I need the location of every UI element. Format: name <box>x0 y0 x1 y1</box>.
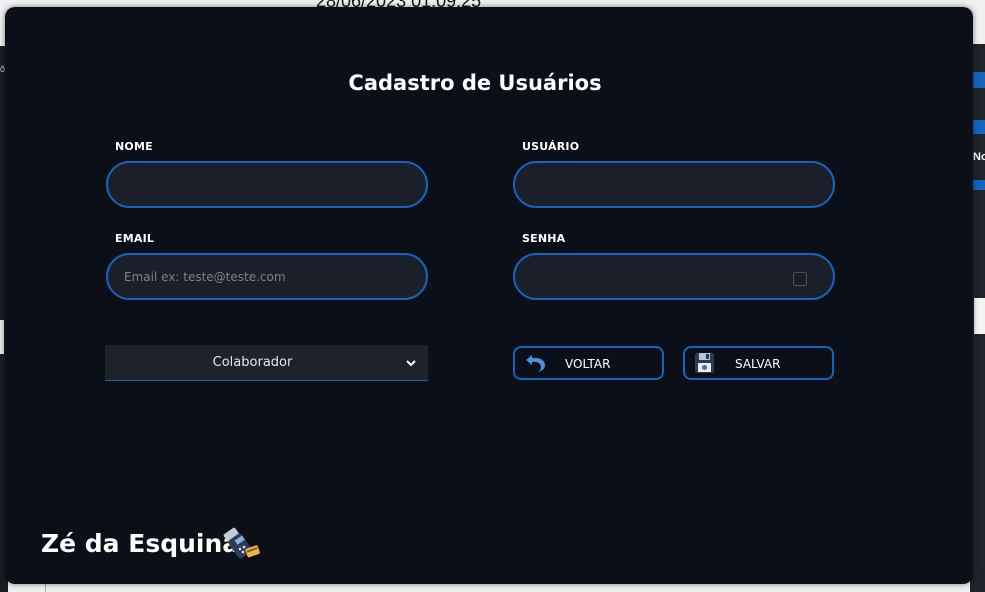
background-right-input <box>974 298 985 334</box>
user-registration-dialog: Cadastro de Usuários NOME USUÁRIO EMAIL … <box>5 7 973 584</box>
card-machine-icon <box>223 527 260 559</box>
password-label: SENHA <box>522 232 566 245</box>
role-select-value: Colaborador <box>212 355 293 370</box>
background-right-button <box>972 72 985 88</box>
username-input[interactable] <box>513 161 835 208</box>
chevron-down-icon <box>406 360 416 367</box>
email-input[interactable] <box>106 253 428 300</box>
back-button[interactable]: VOLTAR <box>513 346 664 380</box>
username-label: USUÁRIO <box>522 140 580 153</box>
background-right-label: No <box>973 151 985 163</box>
name-input[interactable] <box>106 161 428 208</box>
name-label: NOME <box>115 140 153 153</box>
password-visibility-toggle[interactable] <box>793 272 807 286</box>
background-divider <box>45 584 46 592</box>
save-button[interactable]: SALVAR <box>683 346 834 380</box>
background-right-button <box>972 180 985 190</box>
back-button-label: VOLTAR <box>565 357 611 371</box>
background-right-button <box>972 120 985 134</box>
email-label: EMAIL <box>115 232 155 245</box>
brand-name: Zé da Esquina <box>41 529 240 558</box>
background-left-input <box>0 320 4 354</box>
role-select[interactable]: Colaborador <box>105 345 428 381</box>
dialog-title: Cadastro de Usuários <box>348 71 602 95</box>
save-button-label: SALVAR <box>735 357 781 371</box>
undo-arrow-icon <box>526 355 545 372</box>
password-input[interactable] <box>513 253 835 300</box>
floppy-disk-icon <box>695 353 714 373</box>
